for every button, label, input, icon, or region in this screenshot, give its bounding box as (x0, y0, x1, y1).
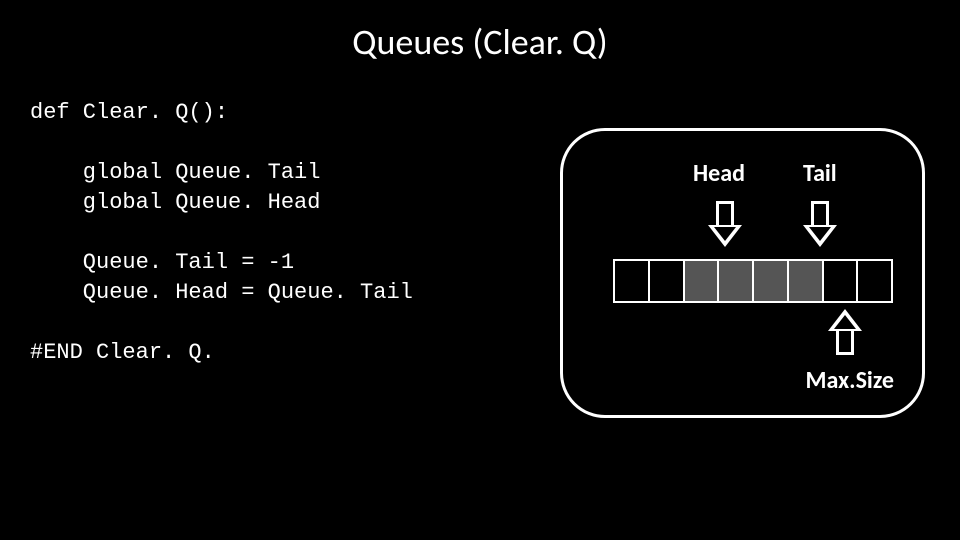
queue-cell (719, 261, 754, 301)
queue-cell (650, 261, 685, 301)
code-block: def Clear. Q(): global Queue. Tail globa… (30, 98, 413, 368)
code-line: global Queue. Head (30, 190, 320, 215)
code-line: #END Clear. Q. (30, 340, 215, 365)
queue-cell (789, 261, 824, 301)
maxsize-label: Max.Size (806, 366, 894, 395)
slide-title: Queues (Clear. Q) (0, 0, 960, 64)
queue-cell (685, 261, 720, 301)
arrow-down-icon (708, 201, 742, 251)
code-line: Queue. Head = Queue. Tail (30, 280, 413, 305)
queue-cell (615, 261, 650, 301)
code-line: def Clear. Q(): (30, 100, 228, 125)
queue-cells (613, 259, 893, 303)
queue-cell (754, 261, 789, 301)
code-line: Queue. Tail = -1 (30, 250, 294, 275)
arrow-up-icon (828, 305, 862, 355)
queue-cell (824, 261, 859, 301)
queue-diagram: Head Tail Max.Size (560, 128, 925, 418)
queue-cell (858, 261, 891, 301)
head-label: Head (693, 159, 745, 188)
tail-label: Tail (803, 159, 837, 188)
arrow-down-icon (803, 201, 837, 251)
code-line: global Queue. Tail (30, 160, 320, 185)
